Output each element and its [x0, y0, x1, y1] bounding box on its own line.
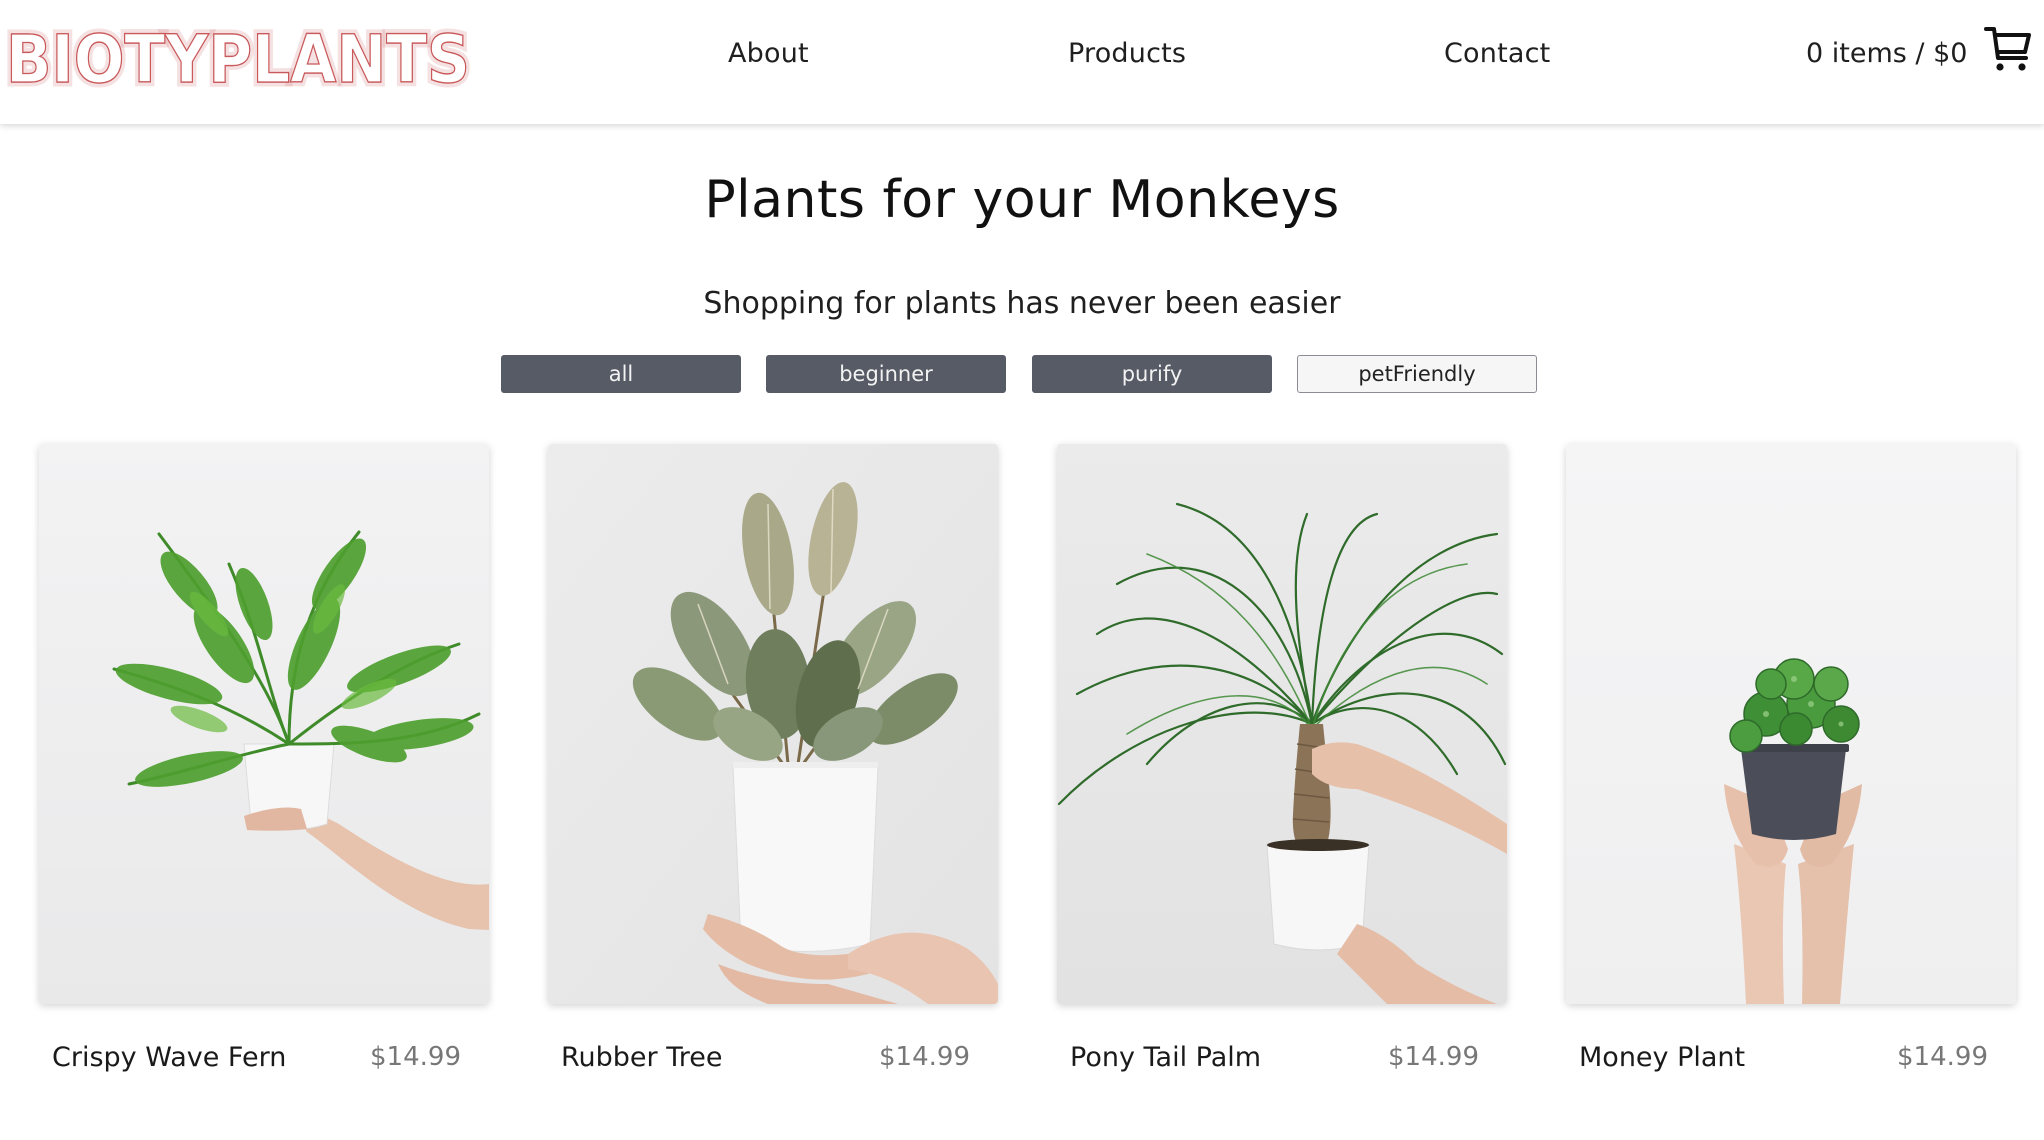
product-name[interactable]: Money Plant [1579, 1042, 1745, 1073]
product-price: $14.99 [1388, 1042, 1479, 1072]
svg-text:BIOTYPLANTS: BIOTYPLANTS [6, 21, 470, 98]
page-subtitle: Shopping for plants has never been easie… [703, 286, 1341, 321]
product-price: $14.99 [370, 1042, 461, 1072]
product-image-rubber-tree[interactable] [548, 444, 998, 1004]
site-header: BIOTYPLANTS BIOTYPLANTS BIOTYPLANTS Abou… [0, 0, 2044, 124]
cart-summary[interactable]: 0 items / $0 [1806, 38, 1967, 69]
product-price: $14.99 [1897, 1042, 1988, 1072]
nav-contact-link[interactable]: Contact [1444, 38, 1550, 69]
product-card-rubber-tree[interactable]: Rubber Tree $14.99 [548, 444, 998, 1088]
filter-purify-button[interactable]: purify [1032, 355, 1272, 393]
filter-petfriendly-button[interactable]: petFriendly [1297, 355, 1537, 393]
product-card-crispy-wave-fern[interactable]: Crispy Wave Fern $14.99 [39, 444, 489, 1088]
brand-logo[interactable]: BIOTYPLANTS BIOTYPLANTS BIOTYPLANTS [4, 14, 474, 103]
product-image-crispy-wave-fern[interactable] [39, 444, 489, 1004]
nav-products-link[interactable]: Products [1068, 38, 1186, 69]
product-image-money-plant[interactable] [1566, 444, 2016, 1004]
product-image-pony-tail-palm[interactable] [1057, 444, 1507, 1004]
product-card-money-plant[interactable]: Money Plant $14.99 [1566, 444, 2016, 1088]
shopping-cart-icon[interactable] [1984, 24, 2032, 74]
product-card-pony-tail-palm[interactable]: Pony Tail Palm $14.99 [1057, 444, 1507, 1088]
filter-beginner-button[interactable]: beginner [766, 355, 1006, 393]
nav-about-link[interactable]: About [728, 38, 809, 69]
filter-all-button[interactable]: all [501, 355, 741, 393]
product-name[interactable]: Crispy Wave Fern [52, 1042, 286, 1073]
page-title: Plants for your Monkeys [704, 170, 1340, 230]
product-name[interactable]: Rubber Tree [561, 1042, 723, 1073]
product-price: $14.99 [879, 1042, 970, 1072]
product-name[interactable]: Pony Tail Palm [1070, 1042, 1261, 1073]
